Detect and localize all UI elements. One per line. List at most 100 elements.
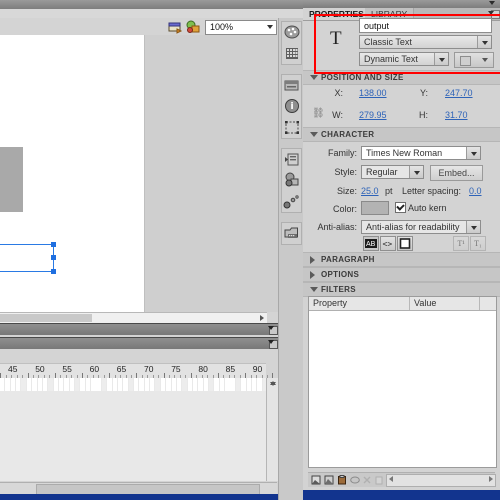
dock-group-scene [281,222,302,245]
x-value[interactable]: 138.00 [359,88,387,98]
text-color-swatch[interactable] [361,201,389,215]
delete-filter-icon[interactable] [374,475,384,485]
show-border-icon[interactable] [397,236,413,251]
letter-spacing-label: Letter spacing: [402,186,462,196]
h-value[interactable]: 31.70 [445,110,468,120]
y-label: Y: [419,88,428,98]
timeline-horizontal-scrollbar[interactable] [0,482,277,495]
timeline-ruler[interactable]: 45 50 55 60 65 70 75 80 85 90 [0,363,279,379]
style-label: Style: [334,167,357,177]
auto-kern-checkbox[interactable] [395,202,406,213]
section-paragraph[interactable]: PARAGRAPH [303,252,500,267]
enable-filter-icon[interactable] [350,475,360,485]
chevron-right-icon[interactable] [489,476,493,482]
timeline-frame-label: 55 [62,364,72,374]
resize-handle-bottom-right[interactable] [51,269,56,274]
timeline-frame-label: 60 [89,364,100,374]
stage-canvas[interactable] [0,35,145,312]
chevron-right-icon[interactable] [260,315,264,321]
components-panel-icon[interactable] [282,170,302,191]
panel-menu-caret-icon[interactable] [488,11,494,15]
info-panel-icon[interactable] [282,96,302,117]
edit-scene-icon[interactable] [168,20,183,34]
scene-panel-icon[interactable] [282,223,302,244]
column-divider[interactable] [409,297,410,310]
motion-editor-icon[interactable] [282,191,302,212]
selectable-icon[interactable]: AB [363,236,379,251]
size-value[interactable]: 25.0 [361,186,379,196]
font-style-select[interactable]: Regular [361,165,424,179]
timeline-panel: 45 50 55 60 65 70 75 80 85 90 [0,349,303,500]
section-filters[interactable]: FILTERS [303,282,500,297]
timeline-frame-row[interactable] [0,378,269,392]
selected-text-field[interactable] [0,242,56,274]
antialias-select[interactable]: Anti-alias for readability [361,220,481,234]
dock-group-align [281,148,302,213]
section-options[interactable]: OPTIONS [303,267,500,282]
section-options-label: OPTIONS [321,270,360,279]
scroll-thumb-horizontal[interactable] [0,314,92,322]
panel-menu-caret-icon[interactable] [268,326,274,330]
chevron-down-icon [434,53,448,65]
family-label: Family: [328,148,357,158]
section-character-label: CHARACTER [321,130,375,139]
transform-panel-icon[interactable] [282,117,302,138]
instance-name-input[interactable]: output [359,18,492,33]
clipboard-icon[interactable] [337,475,347,485]
filter-presets-icon[interactable] [324,475,334,485]
disclosure-triangle-icon [310,256,315,264]
filters-horizontal-scrollbar[interactable] [386,474,496,487]
render-as-html-button[interactable] [454,52,494,68]
dock-divider [279,142,304,145]
align-panel-icon[interactable] [282,149,302,170]
filters-table-header: Property Value [309,297,496,311]
timeline-layers-area[interactable] [0,391,267,481]
font-family-select[interactable]: Times New Roman [361,146,481,160]
resize-handle-middle-right[interactable] [51,255,56,260]
text-type-value: Dynamic Text [364,54,418,64]
swatches-panel-icon[interactable] [282,43,302,64]
color-panel-icon[interactable] [282,22,302,43]
collapsed-panel-bar-1[interactable] [0,323,278,335]
chevron-down-icon[interactable] [489,1,495,5]
zoom-level-select[interactable]: 100% [205,20,277,35]
link-wh-icon[interactable]: ⛓ [312,108,325,119]
column-divider[interactable] [479,297,480,310]
stage-gray-shape[interactable] [0,147,23,212]
subscript-icon[interactable]: T₁ [470,236,486,251]
text-type-select[interactable]: Dynamic Text [359,52,449,66]
y-value[interactable]: 247.70 [445,88,473,98]
section-position-and-size[interactable]: POSITION AND SIZE [303,70,500,85]
timeline-frame-label: 45 [8,364,18,374]
reset-filter-icon[interactable] [362,475,372,485]
timeline-frame-label: 85 [225,364,236,374]
timeline-panel-bar[interactable] [0,337,278,349]
letter-spacing-value[interactable]: 0.0 [469,186,482,196]
filters-table[interactable]: Property Value [308,296,497,468]
dock-group-color [281,21,302,65]
zoom-level-value: 100% [210,22,234,32]
chevron-down-icon[interactable] [270,382,276,386]
antialias-value: Anti-alias for readability [366,222,460,232]
panel-menu-caret-icon[interactable] [268,340,274,344]
stage-area[interactable] [0,35,278,312]
render-text-as-html-icon[interactable]: <> [380,236,396,251]
text-engine-select[interactable]: Classic Text [359,35,492,49]
document-column: 100% 45 50 55 60 65 70 75 80 85 90 [0,0,303,500]
embed-button[interactable]: Embed... [430,165,483,181]
chevron-down-icon [477,36,491,48]
properties-panel-title-bar [303,0,500,8]
edit-symbols-icon[interactable] [186,20,201,34]
superscript-icon[interactable]: T¹ [453,236,469,251]
disclosure-triangle-icon [310,132,318,137]
w-value[interactable]: 279.95 [359,110,387,120]
chevron-left-icon[interactable] [389,476,393,482]
add-filter-icon[interactable] [311,475,321,485]
resize-handle-top-right[interactable] [51,242,56,247]
text-object-icon: T [330,28,342,49]
disclosure-triangle-icon [310,287,318,292]
section-character[interactable]: CHARACTER [303,127,500,142]
svg-text:<>: <> [383,240,393,249]
library-panel-icon[interactable] [282,75,302,96]
timeline-vertical-scrollbar[interactable] [266,378,278,481]
